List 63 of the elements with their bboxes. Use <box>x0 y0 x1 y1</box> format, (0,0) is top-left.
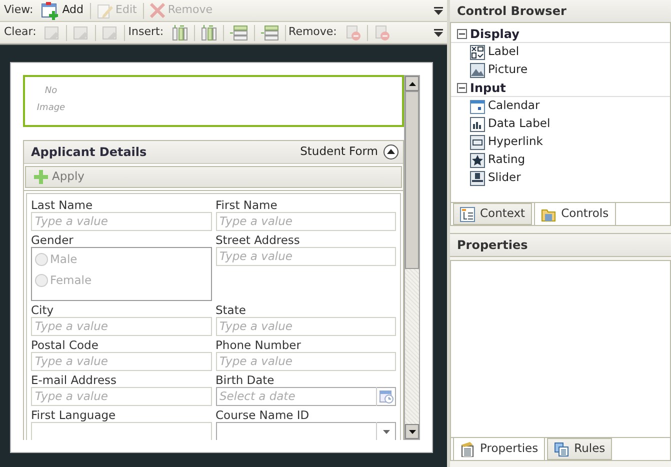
field-label: State <box>216 303 247 317</box>
form-name: Student Form <box>300 143 378 160</box>
collapse-icon[interactable] <box>457 82 467 92</box>
collapse-icon[interactable] <box>383 144 399 160</box>
label-control-icon <box>470 44 485 60</box>
up-arrow-icon <box>408 82 416 86</box>
dropdown-icon[interactable] <box>434 6 443 14</box>
add-button[interactable]: Add <box>38 2 87 20</box>
text-field[interactable] <box>31 422 212 440</box>
calendar-icon <box>470 98 485 114</box>
remove-icon <box>150 3 165 18</box>
panel-tab[interactable]: Properties <box>453 438 546 461</box>
panel-tab[interactable]: Controls <box>534 203 616 226</box>
scroll-down-button[interactable] <box>405 424 419 439</box>
properties-icon <box>460 442 475 456</box>
toolbar-label: Insert: <box>128 24 164 40</box>
tree-item[interactable]: Data Label <box>451 115 670 133</box>
panel-tab[interactable]: Context <box>453 203 532 225</box>
apply-button[interactable]: Apply <box>25 166 402 188</box>
dropdown-arrow-icon[interactable] <box>382 430 390 434</box>
panel-tab[interactable]: Rules <box>547 438 612 460</box>
rules-icon <box>554 442 570 456</box>
tree-icon <box>460 206 475 222</box>
tree-item[interactable]: Label <box>451 43 670 61</box>
field-label: Last Name <box>31 198 94 212</box>
collapse-icon[interactable] <box>457 28 467 38</box>
field-label: First Language <box>31 408 117 422</box>
field-label: Postal Code <box>31 338 100 352</box>
section-title: Applicant Details <box>31 144 147 161</box>
dropdown-field[interactable] <box>216 422 396 440</box>
calendar-icon[interactable] <box>378 390 394 404</box>
no-image-text: No Image <box>36 85 66 116</box>
field-label: City <box>31 303 55 317</box>
toolbar-label: Remove: <box>288 24 337 40</box>
field-label: Gender <box>31 233 74 247</box>
tree-item[interactable]: Calendar <box>451 97 670 115</box>
folder-icon <box>541 206 556 222</box>
toolbar-label: Clear: <box>4 24 36 40</box>
add-icon <box>41 2 60 20</box>
scroll-up-button[interactable] <box>405 76 419 91</box>
tree-item[interactable]: Picture <box>451 61 670 79</box>
field-label: Course Name ID <box>216 408 310 422</box>
slider-icon <box>470 170 485 186</box>
field-label: Phone Number <box>216 338 302 352</box>
plus-icon <box>34 170 48 184</box>
bar-chart-icon <box>470 116 485 132</box>
field-label: Birth Date <box>216 373 276 387</box>
picture-icon <box>470 62 485 78</box>
star-icon <box>470 152 485 168</box>
toolbar-label: View: <box>4 2 34 18</box>
field-label: Street Address <box>216 233 301 247</box>
tree-item[interactable]: Hyperlink <box>451 133 670 151</box>
dropdown-icon[interactable] <box>434 28 443 36</box>
hyperlink-icon <box>470 134 485 150</box>
tree-group[interactable]: Input <box>451 79 670 97</box>
scrollbar-thumb[interactable] <box>405 91 419 269</box>
edit-icon <box>96 2 113 18</box>
field-label: First Name <box>216 198 278 212</box>
down-arrow-icon <box>408 430 416 434</box>
tree-item[interactable]: Rating <box>451 151 670 169</box>
tree-item[interactable]: Slider <box>451 169 670 187</box>
field-label: E-mail Address <box>31 373 118 387</box>
tree-group[interactable]: Display <box>451 25 670 43</box>
